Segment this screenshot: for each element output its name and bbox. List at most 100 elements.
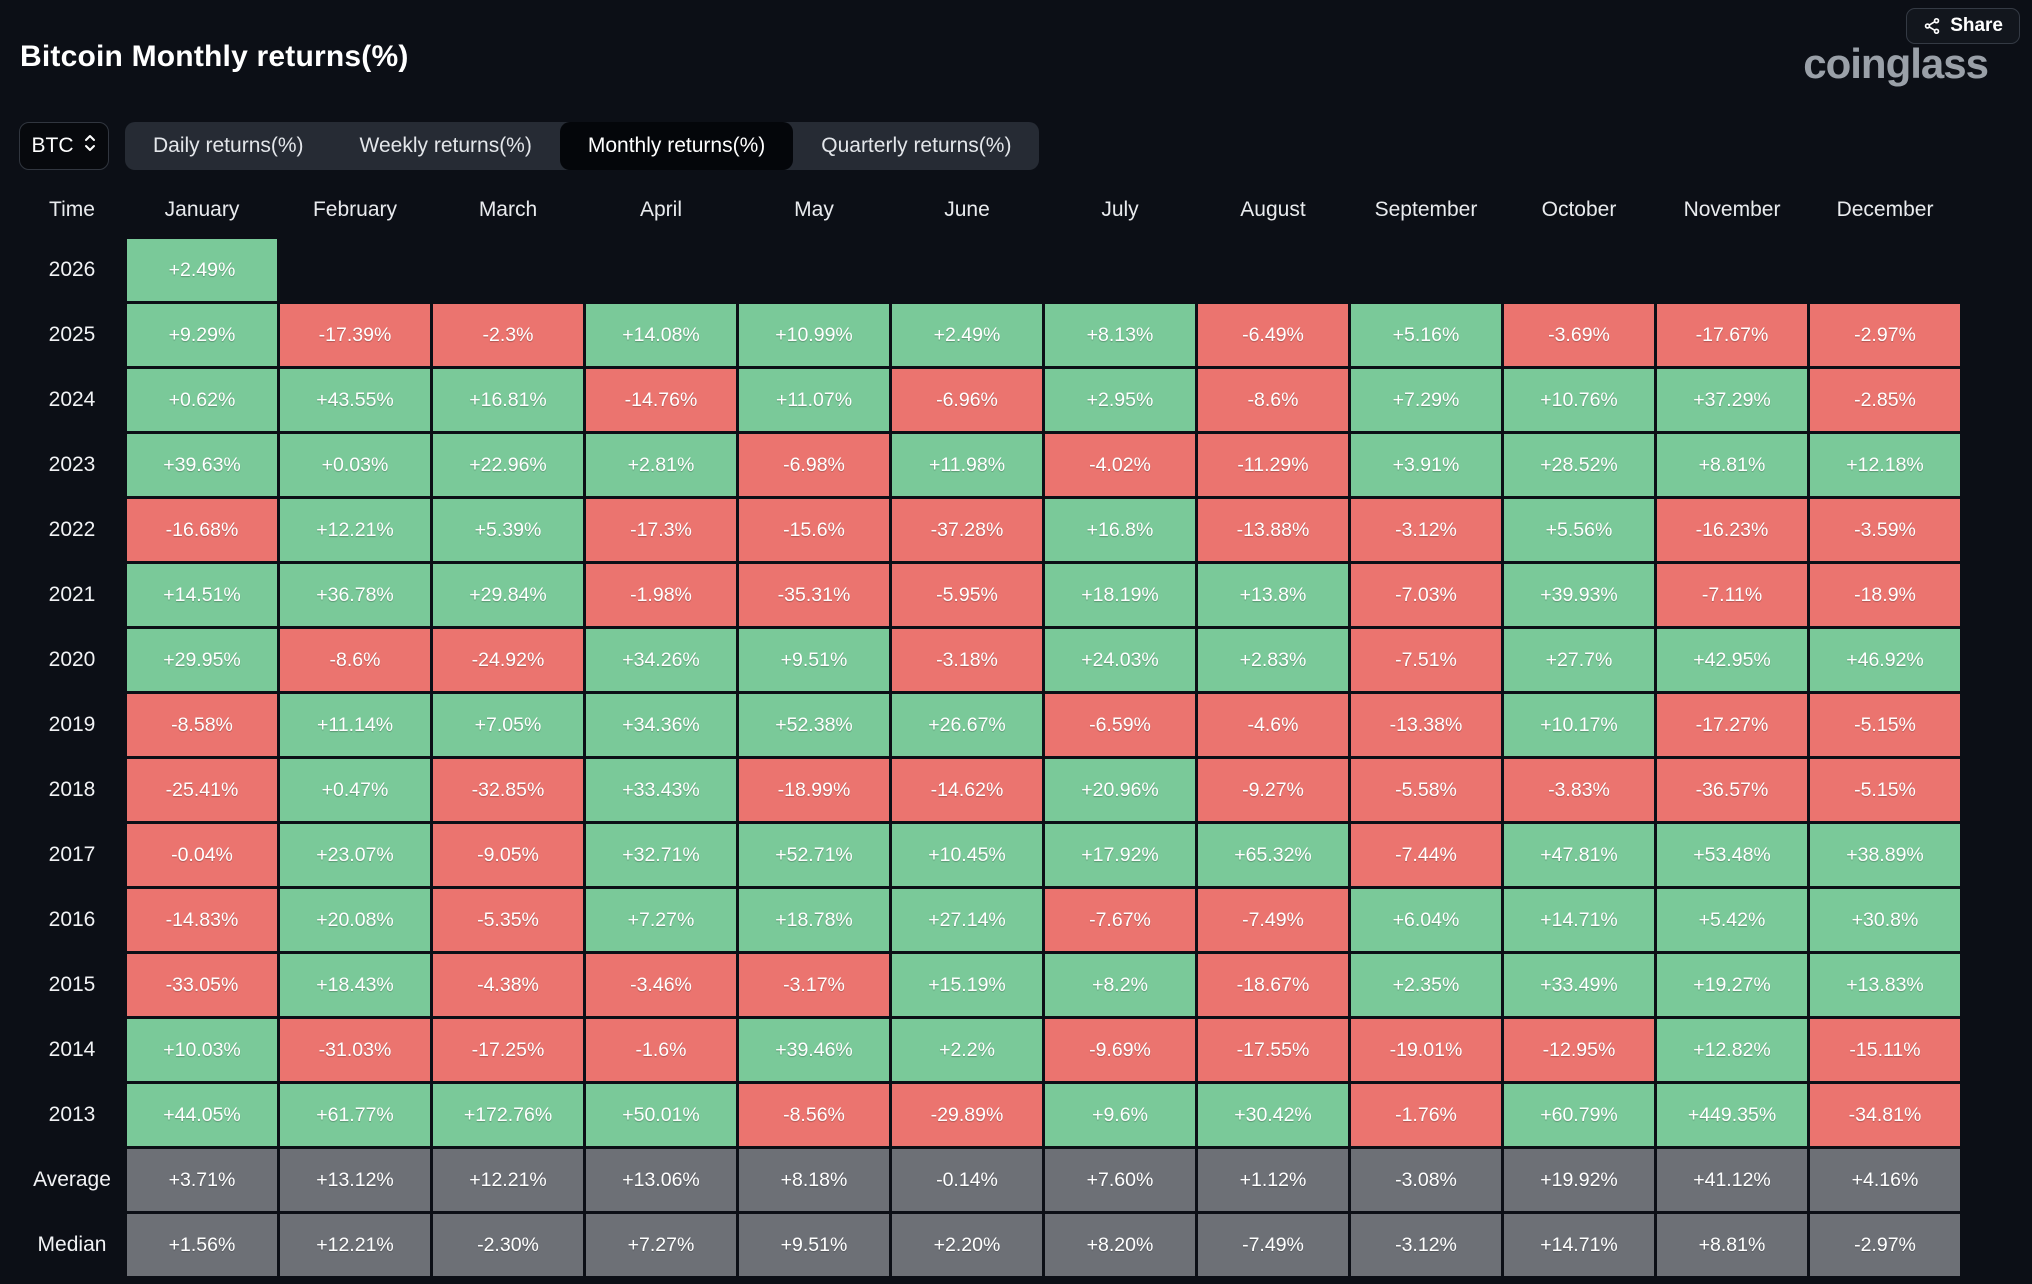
return-cell: +18.78%: [739, 889, 889, 951]
return-cell: +39.93%: [1504, 564, 1654, 626]
return-cell: +18.43%: [280, 954, 430, 1016]
return-cell: -36.57%: [1657, 759, 1807, 821]
return-cell: -24.92%: [433, 629, 583, 691]
symbol-select[interactable]: BTC: [19, 122, 109, 170]
row-label-2025: 2025: [20, 304, 124, 366]
return-cell: -2.97%: [1810, 1214, 1960, 1276]
return-cell: -35.31%: [739, 564, 889, 626]
return-cell: -3.12%: [1351, 1214, 1501, 1276]
column-header-november: November: [1657, 184, 1807, 236]
return-cell: +8.2%: [1045, 954, 1195, 1016]
return-cell: -2.3%: [433, 304, 583, 366]
return-cell: +2.49%: [892, 304, 1042, 366]
return-cell: +47.81%: [1504, 824, 1654, 886]
return-cell: -3.17%: [739, 954, 889, 1016]
column-header-may: May: [739, 184, 889, 236]
tab-monthly-returns[interactable]: Monthly returns(%): [560, 122, 793, 170]
return-cell: -4.38%: [433, 954, 583, 1016]
symbol-select-value: BTC: [32, 134, 74, 158]
return-cell: -8.58%: [127, 694, 277, 756]
return-cell: +29.84%: [433, 564, 583, 626]
return-cell: +29.95%: [127, 629, 277, 691]
return-cell: -9.69%: [1045, 1019, 1195, 1081]
return-cell: +19.27%: [1657, 954, 1807, 1016]
row-label-2018: 2018: [20, 759, 124, 821]
return-cell: +34.36%: [586, 694, 736, 756]
return-cell: +2.49%: [127, 239, 277, 301]
return-cell: -11.29%: [1198, 434, 1348, 496]
return-cell: -34.81%: [1810, 1084, 1960, 1146]
return-cell: +12.21%: [280, 499, 430, 561]
return-cell: +39.63%: [127, 434, 277, 496]
return-cell: -9.05%: [433, 824, 583, 886]
return-cell: -7.03%: [1351, 564, 1501, 626]
return-cell: +14.71%: [1504, 1214, 1654, 1276]
return-cell: +172.76%: [433, 1084, 583, 1146]
return-cell: -8.6%: [1198, 369, 1348, 431]
return-cell: [739, 239, 889, 301]
return-cell: +43.55%: [280, 369, 430, 431]
return-cell: +1.12%: [1198, 1149, 1348, 1211]
return-cell: +8.20%: [1045, 1214, 1195, 1276]
return-cell: +65.32%: [1198, 824, 1348, 886]
row-label-2015: 2015: [20, 954, 124, 1016]
return-cell: +16.81%: [433, 369, 583, 431]
return-cell: -2.85%: [1810, 369, 1960, 431]
return-cell: +10.76%: [1504, 369, 1654, 431]
column-header-december: December: [1810, 184, 1960, 236]
return-cell: -16.23%: [1657, 499, 1807, 561]
return-cell: +26.67%: [892, 694, 1042, 756]
return-cell: +10.03%: [127, 1019, 277, 1081]
return-cell: -0.04%: [127, 824, 277, 886]
return-cell: -17.27%: [1657, 694, 1807, 756]
return-cell: +14.51%: [127, 564, 277, 626]
return-cell: -8.56%: [739, 1084, 889, 1146]
return-cell: -14.83%: [127, 889, 277, 951]
return-cell: +27.7%: [1504, 629, 1654, 691]
return-cell: -16.68%: [127, 499, 277, 561]
return-cell: +5.39%: [433, 499, 583, 561]
return-cell: [1198, 239, 1348, 301]
tab-quarterly-returns[interactable]: Quarterly returns(%): [793, 122, 1039, 170]
return-cell: -3.12%: [1351, 499, 1501, 561]
return-cell: +10.99%: [739, 304, 889, 366]
return-cell: +27.14%: [892, 889, 1042, 951]
return-cell: -15.6%: [739, 499, 889, 561]
return-cell: +2.35%: [1351, 954, 1501, 1016]
return-cell: +33.43%: [586, 759, 736, 821]
return-cell: +13.8%: [1198, 564, 1348, 626]
return-cell: +5.16%: [1351, 304, 1501, 366]
return-cell: +9.29%: [127, 304, 277, 366]
return-cell: [433, 239, 583, 301]
return-cell: +30.8%: [1810, 889, 1960, 951]
coinglass-logo: coinglass: [1803, 40, 1988, 88]
return-cell: +53.48%: [1657, 824, 1807, 886]
chevron-updown-icon: [83, 133, 97, 159]
return-cell: [1351, 239, 1501, 301]
return-cell: +13.12%: [280, 1149, 430, 1211]
return-cell: +10.45%: [892, 824, 1042, 886]
tab-weekly-returns[interactable]: Weekly returns(%): [332, 122, 560, 170]
return-cell: +12.21%: [433, 1149, 583, 1211]
return-cell: -25.41%: [127, 759, 277, 821]
return-cell: +5.56%: [1504, 499, 1654, 561]
return-cell: -3.59%: [1810, 499, 1960, 561]
return-cell: -17.25%: [433, 1019, 583, 1081]
tab-daily-returns[interactable]: Daily returns(%): [125, 122, 332, 170]
share-button[interactable]: Share: [1906, 8, 2020, 44]
return-cell: +28.52%: [1504, 434, 1654, 496]
return-cell: +38.89%: [1810, 824, 1960, 886]
return-cell: -6.96%: [892, 369, 1042, 431]
column-header-april: April: [586, 184, 736, 236]
row-label-average: Average: [20, 1149, 124, 1211]
row-label-2026: 2026: [20, 239, 124, 301]
return-cell: +13.83%: [1810, 954, 1960, 1016]
row-label-2014: 2014: [20, 1019, 124, 1081]
return-cell: +33.49%: [1504, 954, 1654, 1016]
return-cell: +39.46%: [739, 1019, 889, 1081]
return-cell: [280, 239, 430, 301]
column-header-july: July: [1045, 184, 1195, 236]
return-cell: -7.49%: [1198, 889, 1348, 951]
return-cell: -1.98%: [586, 564, 736, 626]
return-cell: [1810, 239, 1960, 301]
